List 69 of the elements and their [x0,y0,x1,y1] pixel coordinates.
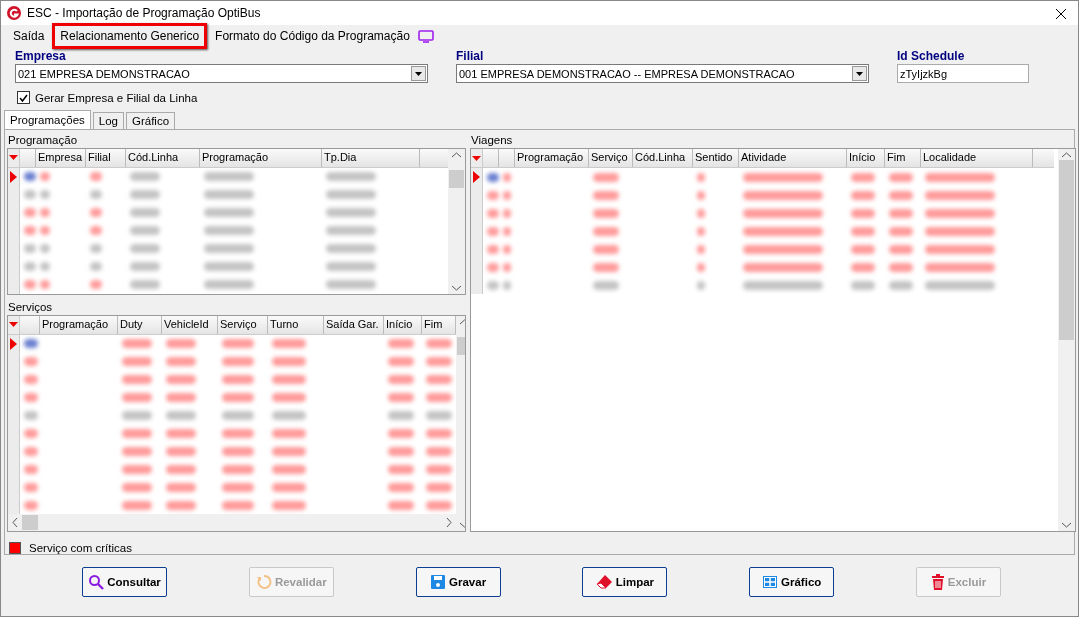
input-field[interactable]: zTyIjzkBg [897,64,1029,83]
current-row-icon [473,171,480,183]
horizontal-scrollbar[interactable] [8,514,456,531]
field-label: Id Schedule [897,49,966,63]
trash-icon [930,574,945,590]
column-header[interactable]: Programação [200,149,322,167]
tab[interactable]: Gráfico [126,112,176,129]
column-header[interactable]: Serviço [589,149,633,167]
company-dropdown[interactable]: 021 EMPRESA DEMONSTRACAO [15,64,428,83]
column-header[interactable]: Programação [515,149,589,167]
data-grid[interactable]: Programação Serviço Cód.Linha Sentido Atividade Início Fim Localidade [470,148,1076,532]
scroll-left-icon[interactable] [12,518,18,527]
column-header[interactable]: Turno [268,315,324,334]
column-header[interactable]: Início [847,149,885,167]
column-header[interactable]: Atividade [739,149,847,167]
section-title: Viagens [470,133,514,148]
data-grid[interactable]: Programação Duty VehicleId Serviço Turno Saída Gar. Início Fim [7,314,466,532]
data-grid[interactable]: Empresa Filial Cód.Linha Programação Tp.Dia [7,148,466,295]
close-icon[interactable] [1056,8,1066,19]
column-header[interactable]: VehicleId [162,315,218,334]
sort-caret-icon[interactable] [9,322,18,328]
field-label: Empresa [15,49,67,63]
sort-caret-icon[interactable] [9,155,18,161]
tab[interactable]: Programações [4,110,91,129]
vertical-scrollbar[interactable] [1058,149,1075,531]
scroll-right-icon[interactable] [446,518,452,527]
menu-item[interactable]: Formato do Código da Programação [207,23,418,49]
column-header[interactable]: Programação [40,315,118,334]
action-button[interactable]: Gráfico [749,567,835,597]
column-header[interactable]: Início [384,315,422,334]
eraser-icon [595,574,613,590]
window-title: ESC - Importação de Programação OptiBus [27,6,262,20]
column-header[interactable]: Empresa [36,149,86,167]
column-header[interactable]: Tp.Dia [322,149,420,167]
section-title: Programação [7,133,79,148]
column-header[interactable]: Localidade [921,149,1033,167]
column-header[interactable]: Cód.Linha [633,149,693,167]
action-button[interactable]: Gravar [415,567,501,597]
sort-caret-icon[interactable] [472,155,481,161]
monitor-icon[interactable] [417,29,434,43]
column-header[interactable]: Duty [118,315,162,334]
scrollbar-thumb[interactable] [1059,160,1074,340]
current-row-icon [10,170,17,183]
app-logo-icon [7,6,21,20]
section-title: Serviços [7,299,54,315]
column-header[interactable]: Fim [885,149,921,167]
current-row-icon [10,337,17,350]
scrollbar-thumb[interactable] [22,515,38,530]
menu-item[interactable]: Saída [5,23,53,49]
menu-item[interactable]: Relacionamento Generico [52,23,208,49]
checkbox-label: Gerar Empresa e Filial da Linha [35,91,198,104]
column-header[interactable]: Filial [86,149,126,167]
vertical-scrollbar[interactable] [448,149,465,294]
column-header[interactable]: Serviço [218,315,268,334]
column-header[interactable]: Cód.Linha [126,149,200,167]
legend-label: Serviço com críticas [29,542,132,554]
checkbox[interactable] [17,91,30,104]
column-header[interactable]: Sentido [693,149,739,167]
action-button[interactable]: Limpar [582,567,668,597]
column-header[interactable]: Saída Gar. [324,315,384,334]
refresh-icon [255,574,272,590]
row-header[interactable] [471,168,483,186]
search-icon [88,574,105,590]
table-icon [762,574,779,590]
action-button[interactable]: Consultar [82,567,167,597]
tab[interactable]: Log [92,112,124,129]
scrollbar-thumb[interactable] [449,170,464,188]
field-label: Filial [456,49,485,63]
branch-dropdown[interactable]: 001 EMPRESA DEMONSTRACAO -- EMPRESA DEMONSTRACAO [456,64,869,83]
